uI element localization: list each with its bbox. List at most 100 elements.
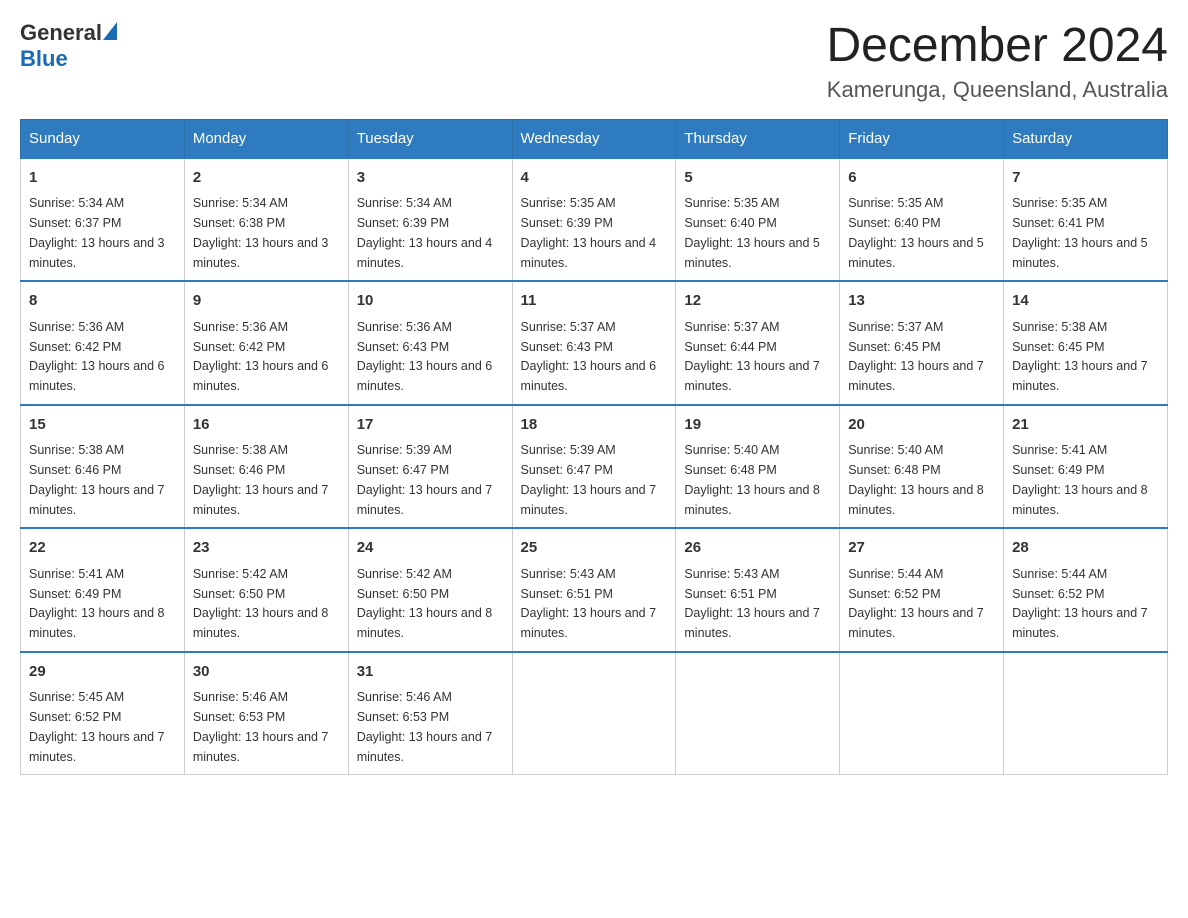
calendar-body: 1 Sunrise: 5:34 AMSunset: 6:37 PMDayligh…: [21, 158, 1168, 775]
calendar-cell: 3 Sunrise: 5:34 AMSunset: 6:39 PMDayligh…: [348, 158, 512, 282]
day-info: Sunrise: 5:35 AMSunset: 6:40 PMDaylight:…: [848, 196, 984, 269]
day-number: 26: [684, 537, 831, 560]
day-number: 15: [29, 414, 176, 437]
calendar-cell: 28 Sunrise: 5:44 AMSunset: 6:52 PMDaylig…: [1004, 528, 1168, 652]
col-tuesday: Tuesday: [348, 119, 512, 158]
calendar-cell: 25 Sunrise: 5:43 AMSunset: 6:51 PMDaylig…: [512, 528, 676, 652]
location-text: Kamerunga, Queensland, Australia: [826, 77, 1168, 103]
day-number: 23: [193, 537, 340, 560]
calendar-cell: [676, 652, 840, 775]
day-info: Sunrise: 5:36 AMSunset: 6:42 PMDaylight:…: [193, 320, 329, 393]
col-monday: Monday: [184, 119, 348, 158]
day-info: Sunrise: 5:38 AMSunset: 6:45 PMDaylight:…: [1012, 320, 1148, 393]
day-info: Sunrise: 5:44 AMSunset: 6:52 PMDaylight:…: [848, 567, 984, 640]
day-info: Sunrise: 5:38 AMSunset: 6:46 PMDaylight:…: [193, 443, 329, 516]
day-info: Sunrise: 5:38 AMSunset: 6:46 PMDaylight:…: [29, 443, 165, 516]
calendar-cell: 29 Sunrise: 5:45 AMSunset: 6:52 PMDaylig…: [21, 652, 185, 775]
calendar-cell: 14 Sunrise: 5:38 AMSunset: 6:45 PMDaylig…: [1004, 281, 1168, 405]
title-area: December 2024 Kamerunga, Queensland, Aus…: [826, 20, 1168, 103]
day-number: 20: [848, 414, 995, 437]
day-number: 10: [357, 290, 504, 313]
logo-blue-text: Blue: [20, 46, 68, 72]
day-number: 8: [29, 290, 176, 313]
day-info: Sunrise: 5:45 AMSunset: 6:52 PMDaylight:…: [29, 690, 165, 763]
day-info: Sunrise: 5:40 AMSunset: 6:48 PMDaylight:…: [684, 443, 820, 516]
calendar-cell: 23 Sunrise: 5:42 AMSunset: 6:50 PMDaylig…: [184, 528, 348, 652]
day-info: Sunrise: 5:42 AMSunset: 6:50 PMDaylight:…: [357, 567, 493, 640]
calendar-cell: 18 Sunrise: 5:39 AMSunset: 6:47 PMDaylig…: [512, 405, 676, 529]
day-number: 12: [684, 290, 831, 313]
week-row: 8 Sunrise: 5:36 AMSunset: 6:42 PMDayligh…: [21, 281, 1168, 405]
day-info: Sunrise: 5:37 AMSunset: 6:44 PMDaylight:…: [684, 320, 820, 393]
week-row: 1 Sunrise: 5:34 AMSunset: 6:37 PMDayligh…: [21, 158, 1168, 282]
logo: General Blue: [20, 20, 117, 72]
day-number: 29: [29, 661, 176, 684]
calendar-cell: [512, 652, 676, 775]
calendar-cell: 20 Sunrise: 5:40 AMSunset: 6:48 PMDaylig…: [840, 405, 1004, 529]
day-info: Sunrise: 5:36 AMSunset: 6:43 PMDaylight:…: [357, 320, 493, 393]
day-number: 19: [684, 414, 831, 437]
calendar-cell: 30 Sunrise: 5:46 AMSunset: 6:53 PMDaylig…: [184, 652, 348, 775]
day-number: 21: [1012, 414, 1159, 437]
logo-general-text: General: [20, 20, 102, 46]
calendar-cell: 16 Sunrise: 5:38 AMSunset: 6:46 PMDaylig…: [184, 405, 348, 529]
day-number: 14: [1012, 290, 1159, 313]
day-number: 7: [1012, 167, 1159, 190]
calendar-cell: 9 Sunrise: 5:36 AMSunset: 6:42 PMDayligh…: [184, 281, 348, 405]
day-info: Sunrise: 5:43 AMSunset: 6:51 PMDaylight:…: [684, 567, 820, 640]
day-number: 27: [848, 537, 995, 560]
calendar-cell: 6 Sunrise: 5:35 AMSunset: 6:40 PMDayligh…: [840, 158, 1004, 282]
calendar-cell: 24 Sunrise: 5:42 AMSunset: 6:50 PMDaylig…: [348, 528, 512, 652]
calendar-cell: [1004, 652, 1168, 775]
day-number: 4: [521, 167, 668, 190]
col-thursday: Thursday: [676, 119, 840, 158]
day-info: Sunrise: 5:36 AMSunset: 6:42 PMDaylight:…: [29, 320, 165, 393]
day-info: Sunrise: 5:34 AMSunset: 6:39 PMDaylight:…: [357, 196, 493, 269]
day-number: 18: [521, 414, 668, 437]
week-row: 22 Sunrise: 5:41 AMSunset: 6:49 PMDaylig…: [21, 528, 1168, 652]
day-number: 1: [29, 167, 176, 190]
calendar-cell: 21 Sunrise: 5:41 AMSunset: 6:49 PMDaylig…: [1004, 405, 1168, 529]
calendar-cell: 31 Sunrise: 5:46 AMSunset: 6:53 PMDaylig…: [348, 652, 512, 775]
day-info: Sunrise: 5:46 AMSunset: 6:53 PMDaylight:…: [193, 690, 329, 763]
calendar-table: Sunday Monday Tuesday Wednesday Thursday…: [20, 119, 1168, 776]
calendar-cell: 10 Sunrise: 5:36 AMSunset: 6:43 PMDaylig…: [348, 281, 512, 405]
day-number: 2: [193, 167, 340, 190]
day-info: Sunrise: 5:39 AMSunset: 6:47 PMDaylight:…: [357, 443, 493, 516]
calendar-cell: 26 Sunrise: 5:43 AMSunset: 6:51 PMDaylig…: [676, 528, 840, 652]
calendar-cell: 4 Sunrise: 5:35 AMSunset: 6:39 PMDayligh…: [512, 158, 676, 282]
col-saturday: Saturday: [1004, 119, 1168, 158]
calendar-cell: 27 Sunrise: 5:44 AMSunset: 6:52 PMDaylig…: [840, 528, 1004, 652]
day-info: Sunrise: 5:34 AMSunset: 6:38 PMDaylight:…: [193, 196, 329, 269]
day-info: Sunrise: 5:39 AMSunset: 6:47 PMDaylight:…: [521, 443, 657, 516]
day-info: Sunrise: 5:34 AMSunset: 6:37 PMDaylight:…: [29, 196, 165, 269]
col-wednesday: Wednesday: [512, 119, 676, 158]
day-number: 6: [848, 167, 995, 190]
day-number: 22: [29, 537, 176, 560]
calendar-cell: 11 Sunrise: 5:37 AMSunset: 6:43 PMDaylig…: [512, 281, 676, 405]
day-info: Sunrise: 5:37 AMSunset: 6:45 PMDaylight:…: [848, 320, 984, 393]
calendar-cell: [840, 652, 1004, 775]
day-number: 11: [521, 290, 668, 313]
day-info: Sunrise: 5:40 AMSunset: 6:48 PMDaylight:…: [848, 443, 984, 516]
logo-arrow-icon: [103, 22, 117, 40]
day-number: 24: [357, 537, 504, 560]
calendar-cell: 1 Sunrise: 5:34 AMSunset: 6:37 PMDayligh…: [21, 158, 185, 282]
day-info: Sunrise: 5:35 AMSunset: 6:39 PMDaylight:…: [521, 196, 657, 269]
calendar-cell: 17 Sunrise: 5:39 AMSunset: 6:47 PMDaylig…: [348, 405, 512, 529]
day-number: 28: [1012, 537, 1159, 560]
day-number: 13: [848, 290, 995, 313]
header-row: Sunday Monday Tuesday Wednesday Thursday…: [21, 119, 1168, 158]
day-info: Sunrise: 5:46 AMSunset: 6:53 PMDaylight:…: [357, 690, 493, 763]
calendar-cell: 19 Sunrise: 5:40 AMSunset: 6:48 PMDaylig…: [676, 405, 840, 529]
calendar-cell: 12 Sunrise: 5:37 AMSunset: 6:44 PMDaylig…: [676, 281, 840, 405]
calendar-header: Sunday Monday Tuesday Wednesday Thursday…: [21, 119, 1168, 158]
calendar-cell: 5 Sunrise: 5:35 AMSunset: 6:40 PMDayligh…: [676, 158, 840, 282]
week-row: 29 Sunrise: 5:45 AMSunset: 6:52 PMDaylig…: [21, 652, 1168, 775]
calendar-cell: 7 Sunrise: 5:35 AMSunset: 6:41 PMDayligh…: [1004, 158, 1168, 282]
day-number: 16: [193, 414, 340, 437]
day-number: 17: [357, 414, 504, 437]
day-info: Sunrise: 5:35 AMSunset: 6:41 PMDaylight:…: [1012, 196, 1148, 269]
day-info: Sunrise: 5:42 AMSunset: 6:50 PMDaylight:…: [193, 567, 329, 640]
day-info: Sunrise: 5:35 AMSunset: 6:40 PMDaylight:…: [684, 196, 820, 269]
